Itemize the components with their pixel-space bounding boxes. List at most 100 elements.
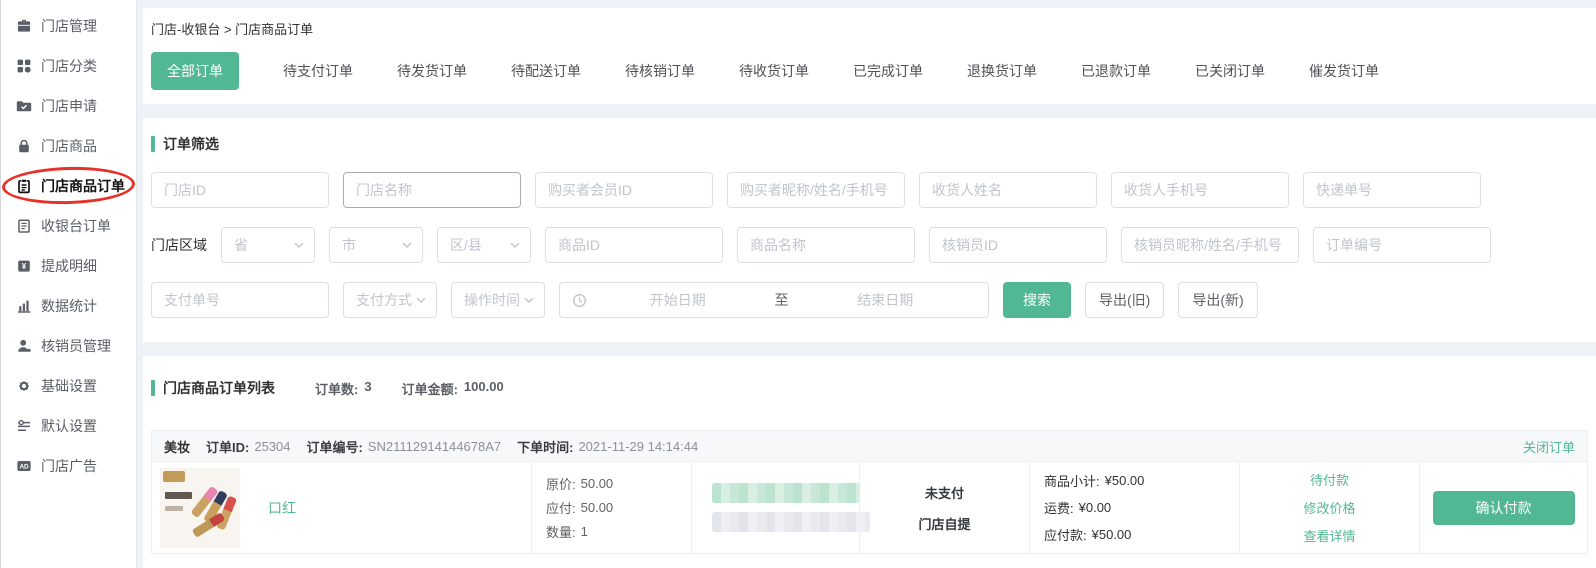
consignee-phone-input[interactable] <box>1111 172 1289 208</box>
order-amount: 订单金额: 100.00 <box>402 379 504 398</box>
city-placeholder: 市 <box>342 235 356 255</box>
header-card: 门店-收银台 > 门店商品订单 全部订单 待支付订单 待发货订单 待配送订单 待… <box>143 8 1596 104</box>
tracking-number-input[interactable] <box>1303 172 1481 208</box>
order-no-label: 订单编号: <box>307 437 363 456</box>
product-cell: 口红 <box>152 462 532 553</box>
district-placeholder: 区/县 <box>450 235 482 255</box>
product-id-input[interactable] <box>545 227 723 263</box>
order-no-input[interactable] <box>1313 227 1491 263</box>
product-name-link[interactable]: 口红 <box>268 498 296 518</box>
verifier-name-phone-input[interactable] <box>1121 227 1299 263</box>
sidebar-item-default-settings[interactable]: 默认设置 <box>1 406 136 446</box>
order-id-value: 25304 <box>254 439 290 454</box>
tab-pending-receipt[interactable]: 待收货订单 <box>739 61 809 81</box>
product-image-text-block <box>165 492 192 499</box>
tab-urge-shipment[interactable]: 催发货订单 <box>1309 61 1379 81</box>
close-order-link[interactable]: 关闭订单 <box>1523 437 1575 456</box>
payment-method-select[interactable]: 支付方式 <box>343 282 437 318</box>
filter-row-1 <box>151 172 1576 208</box>
store-id-input[interactable] <box>151 172 329 208</box>
sidebar-item-data-stats[interactable]: 数据统计 <box>1 286 136 326</box>
sidebar-item-store-manage[interactable]: 门店管理 <box>1 6 136 46</box>
main-content: 门店-收银台 > 门店商品订单 全部订单 待支付订单 待发货订单 待配送订单 待… <box>137 0 1596 568</box>
city-select[interactable]: 市 <box>329 227 423 263</box>
export-old-button[interactable]: 导出(旧) <box>1085 282 1164 318</box>
amount-due-value: ¥50.00 <box>1092 527 1132 542</box>
product-name-input[interactable] <box>737 227 915 263</box>
pending-payment-status-link[interactable]: 待付款 <box>1310 470 1349 489</box>
chevron-down-icon <box>415 294 427 306</box>
buyer-name-phone-input[interactable] <box>727 172 905 208</box>
order-time-label: 下单时间: <box>517 437 573 456</box>
payable-price: 应付: 50.00 <box>546 498 613 517</box>
sidebar-item-label: 门店申请 <box>41 96 97 116</box>
order-icon <box>16 178 32 194</box>
payable-price-label: 应付: <box>546 498 576 517</box>
operation-time-select[interactable]: 操作时间 <box>451 282 545 318</box>
filter-title: 订单筛选 <box>163 134 219 154</box>
order-count-value: 3 <box>364 379 371 398</box>
sidebar-item-store-ads[interactable]: AD 门店广告 <box>1 446 136 486</box>
sidebar-item-label: 门店管理 <box>41 16 97 36</box>
sidebar-item-store-application[interactable]: 门店申请 <box>1 86 136 126</box>
sidebar-item-label: 门店商品 <box>41 136 97 156</box>
confirm-cell: 确认付款 <box>1420 462 1587 553</box>
product-image[interactable] <box>160 468 240 548</box>
tab-completed[interactable]: 已完成订单 <box>853 61 923 81</box>
tab-pending-delivery[interactable]: 待配送订单 <box>511 61 581 81</box>
chevron-down-icon <box>523 294 535 306</box>
order-row: 口红 原价: 50.00 应付: 50.00 数量: 1 <box>152 461 1587 553</box>
sidebar-item-label: 核销员管理 <box>41 336 111 356</box>
province-select[interactable]: 省 <box>221 227 315 263</box>
view-details-link[interactable]: 查看详情 <box>1303 526 1355 545</box>
confirm-payment-button[interactable]: 确认付款 <box>1433 491 1575 525</box>
sidebar-item-basic-settings[interactable]: 基础设置 <box>1 366 136 406</box>
shipping-fee-label: 运费: <box>1044 498 1074 517</box>
sidebar-item-verifier-manage[interactable]: 核销员管理 <box>1 326 136 366</box>
sidebar-item-label: 默认设置 <box>41 416 97 436</box>
svg-text:AD: AD <box>19 464 29 471</box>
amount-due-label: 应付款: <box>1044 525 1087 544</box>
breadcrumb: 门店-收银台 > 门店商品订单 <box>151 21 1576 39</box>
chevron-down-icon <box>401 239 413 251</box>
payment-status: 未支付 <box>925 483 964 502</box>
order-amount-label: 订单金额: <box>402 379 458 398</box>
store-name-input[interactable] <box>343 172 521 208</box>
district-select[interactable]: 区/县 <box>437 227 531 263</box>
buyer-cell <box>692 462 860 553</box>
shipping-fee-value: ¥0.00 <box>1079 500 1112 515</box>
filter-section-header: 订单筛选 <box>151 134 1576 153</box>
tab-pending-verification[interactable]: 待核销订单 <box>625 61 695 81</box>
sidebar-item-label: 数据统计 <box>41 296 97 316</box>
tab-pending-shipment[interactable]: 待发货订单 <box>397 61 467 81</box>
sidebar-item-commission-detail[interactable]: ¥ 提成明细 <box>1 246 136 286</box>
payment-no-input[interactable] <box>151 282 329 318</box>
application-icon <box>16 98 32 114</box>
blurred-buyer-name <box>712 483 860 503</box>
sidebar-item-store-goods[interactable]: 门店商品 <box>1 126 136 166</box>
sidebar: 门店管理 门店分类 门店申请 门店商品 门店商品订单 收银台订单 ¥ 提成明细 … <box>0 0 137 568</box>
section-accent-bar <box>151 380 155 396</box>
tab-closed[interactable]: 已关闭订单 <box>1195 61 1265 81</box>
search-button[interactable]: 搜索 <box>1003 282 1071 318</box>
sidebar-item-label: 基础设置 <box>41 376 97 396</box>
consignee-name-input[interactable] <box>919 172 1097 208</box>
buyer-member-id-input[interactable] <box>535 172 713 208</box>
tab-pending-payment[interactable]: 待支付订单 <box>283 61 353 81</box>
date-range-picker[interactable]: 开始日期 至 结束日期 <box>559 282 989 318</box>
tab-all-orders[interactable]: 全部订单 <box>151 52 239 90</box>
sidebar-item-label: 门店广告 <box>41 456 97 476</box>
sidebar-item-cashier-orders[interactable]: 收银台订单 <box>1 206 136 246</box>
payment-method-placeholder: 支付方式 <box>356 290 412 310</box>
modify-price-link[interactable]: 修改价格 <box>1303 498 1355 517</box>
end-date-input[interactable]: 结束日期 <box>795 290 977 310</box>
verifier-id-input[interactable] <box>929 227 1107 263</box>
tab-refunded[interactable]: 已退款订单 <box>1081 61 1151 81</box>
order-list-panel: 门店商品订单列表 订单数: 3 订单金额: 100.00 美妆 订单ID: 25… <box>143 356 1596 568</box>
tab-return-exchange[interactable]: 退换货订单 <box>967 61 1037 81</box>
export-new-button[interactable]: 导出(新) <box>1178 282 1257 318</box>
start-date-input[interactable]: 开始日期 <box>587 290 769 310</box>
sidebar-item-store-category[interactable]: 门店分类 <box>1 46 136 86</box>
sidebar-item-store-goods-orders[interactable]: 门店商品订单 <box>1 166 136 206</box>
amounts-cell: 商品小计: ¥50.00 运费: ¥0.00 应付款: ¥50.00 <box>1030 462 1240 553</box>
